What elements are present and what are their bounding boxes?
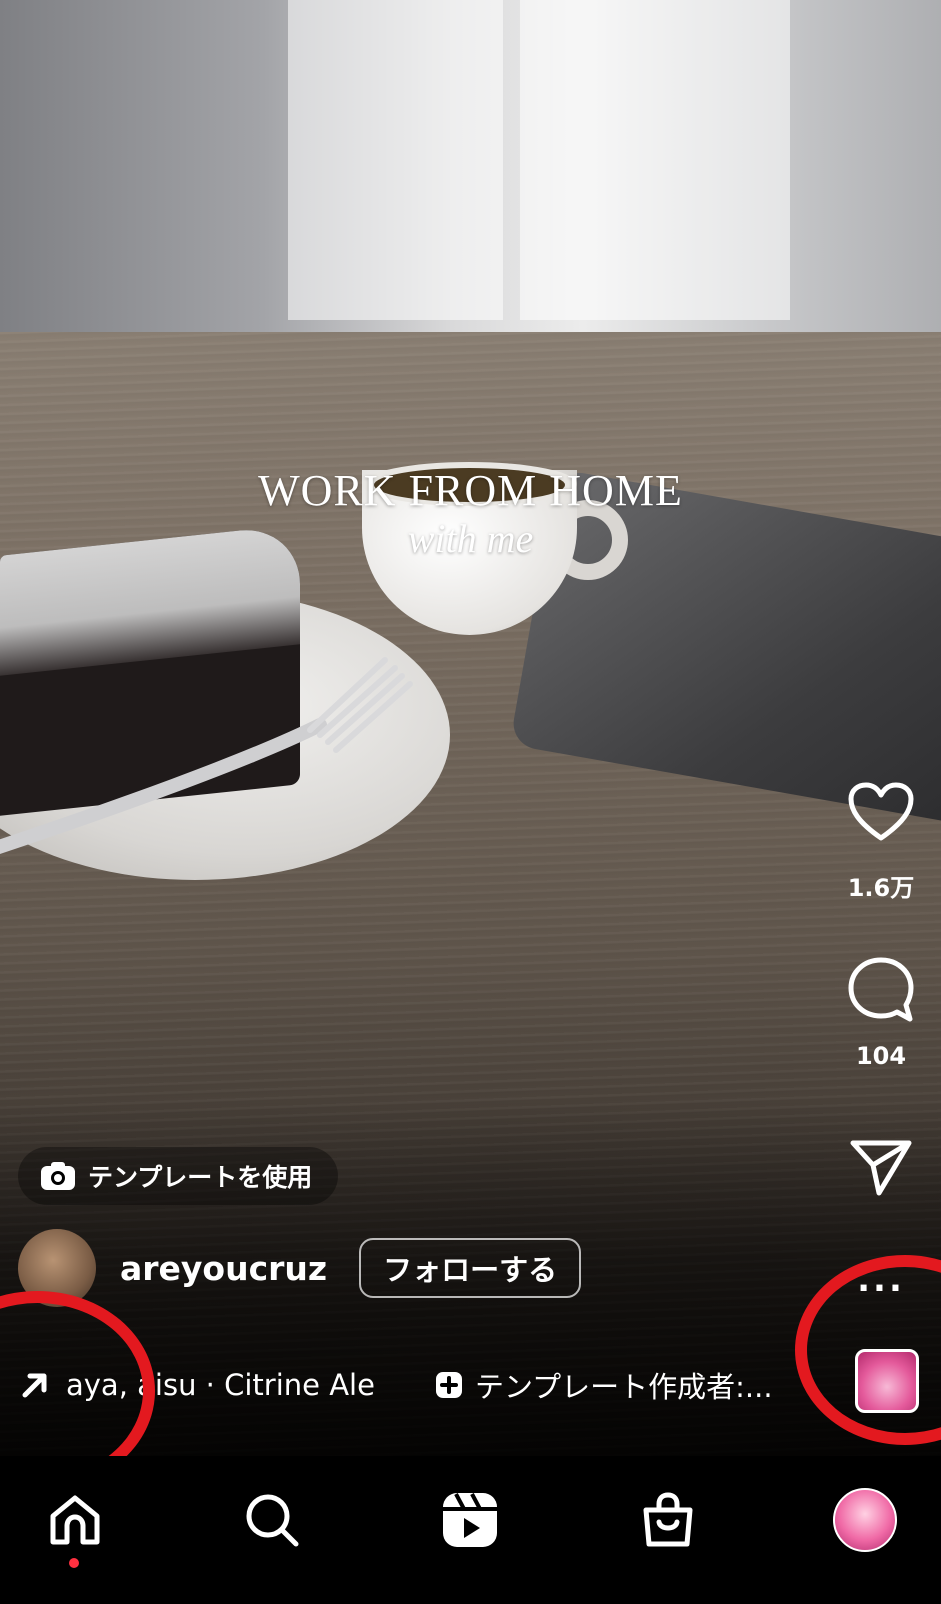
home-active-dot <box>69 1558 79 1568</box>
use-template-label: テンプレートを使用 <box>88 1163 313 1192</box>
nav-profile[interactable] <box>815 1470 915 1570</box>
heart-icon <box>848 782 914 841</box>
search-icon <box>246 1494 299 1547</box>
reels-screen: WORK FROM HOME with me 1.6万 104 ... テンプレ… <box>0 0 941 1604</box>
side-actions: 1.6万 104 ... <box>821 0 941 1456</box>
bottom-nav <box>0 1456 941 1604</box>
plus-box-icon <box>436 1372 462 1398</box>
user-row: areyoucruz フォローする <box>18 1228 582 1308</box>
send-icon <box>850 1140 912 1196</box>
comment-icon <box>848 957 914 1022</box>
share-button[interactable] <box>821 1137 941 1197</box>
video-subtitle-text: with me <box>407 516 534 561</box>
nav-reels[interactable] <box>420 1470 520 1570</box>
video-title-text: WORK FROM HOME <box>258 466 683 515</box>
profile-avatar <box>833 1488 897 1552</box>
camera-icon <box>41 1162 75 1190</box>
template-creator-text[interactable]: テンプレート作成者:... <box>475 1364 785 1406</box>
follow-button[interactable]: フォローする <box>359 1238 582 1298</box>
fork-image <box>0 657 413 855</box>
like-button[interactable] <box>821 782 941 842</box>
window-light <box>288 0 503 320</box>
window-light <box>520 0 790 320</box>
nav-home[interactable] <box>25 1470 125 1570</box>
comment-button[interactable] <box>821 955 941 1025</box>
nav-shop[interactable] <box>618 1470 718 1570</box>
use-template-button[interactable]: テンプレートを使用 <box>18 1147 339 1205</box>
like-count: 1.6万 <box>847 874 915 902</box>
nav-search[interactable] <box>222 1470 322 1570</box>
home-icon <box>50 1495 100 1545</box>
shop-icon <box>643 1492 693 1547</box>
comment-count: 104 <box>855 1042 907 1070</box>
reels-icon <box>443 1493 497 1547</box>
username[interactable]: areyoucruz <box>120 1249 327 1288</box>
